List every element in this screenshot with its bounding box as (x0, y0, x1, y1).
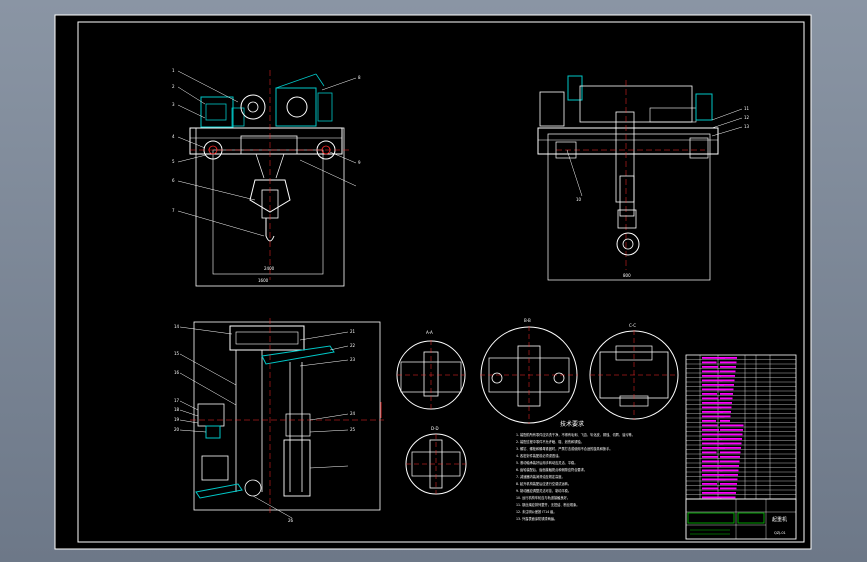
parts-list-entry (720, 483, 737, 485)
parts-list-entry (702, 496, 722, 499)
tech-req-line-1: 1. 装配前所有零件应清洗干净，不得有毛刺、飞边、氧化皮、锈蚀、切屑、油污等。 (516, 432, 635, 437)
parts-list-entry (702, 438, 722, 440)
side-width-dim: 800 (623, 273, 631, 278)
tech-req-line-9: 9. 制动器应调整灵活可靠，制动平稳。 (516, 488, 571, 493)
parts-list-entry (702, 460, 720, 463)
parts-list-entry (702, 429, 719, 431)
parts-list-entry (702, 370, 720, 373)
parts-list-entry (720, 465, 739, 467)
parts-list-entry (720, 460, 740, 463)
parts-list-entry (720, 474, 738, 476)
section-label-b: B-B (524, 318, 531, 323)
parts-list-entry (702, 492, 720, 494)
parts-list-entry (720, 424, 744, 427)
parts-list-entry (720, 433, 743, 436)
parts-list-entry (720, 487, 737, 490)
callout-14: 14 (174, 324, 180, 329)
parts-list-entry (720, 492, 736, 494)
callout-20: 20 (174, 427, 180, 432)
parts-list-entry (702, 402, 720, 404)
parts-list-entry (720, 438, 742, 440)
parts-list-entry (720, 496, 736, 499)
callout-11: 11 (744, 106, 750, 111)
tech-req-line-3: 3. 螺钉、螺栓和螺母紧固时，严禁打击或使用不合适的旋具和扳手。 (516, 446, 613, 451)
callout-18: 18 (174, 407, 180, 412)
parts-list-entry (702, 433, 721, 436)
parts-list-entry (720, 366, 736, 368)
tech-req-line-11: 11. 钢丝绳应排列整齐，无扭结、断丝现象。 (516, 502, 579, 507)
sheet-outer-border (54, 14, 812, 550)
section-label-c: C-C (629, 323, 636, 328)
tech-req-line-6: 6. 齿轮装配后，齿面接触斑点和侧隙应符合要求。 (516, 467, 587, 472)
callout-23: 23 (350, 357, 356, 362)
parts-list-entry (720, 379, 735, 382)
title-block-code: QZJ-01 (774, 531, 786, 535)
callout-15: 15 (174, 351, 180, 356)
parts-list-entry (720, 478, 738, 481)
section-label-a: A-A (426, 330, 433, 335)
parts-list-entry (702, 469, 723, 472)
tech-req-line-5: 5. 滚动轴承装好后用手转动应灵活、平稳。 (516, 460, 577, 465)
parts-list-entry (720, 375, 735, 377)
parts-list-entry (702, 487, 719, 490)
parts-list-entry (720, 469, 739, 472)
parts-list-entry (702, 366, 718, 368)
parts-list-entry (720, 456, 740, 458)
parts-list-entry (702, 393, 717, 395)
callout-16: 16 (174, 370, 180, 375)
parts-list-entry (720, 384, 734, 386)
parts-list-entry (720, 361, 737, 364)
parts-list-entry (702, 483, 717, 485)
callout-12: 12 (744, 115, 750, 120)
parts-list-entry (720, 420, 730, 422)
parts-list-entry (720, 388, 734, 391)
parts-list-entry (720, 451, 741, 454)
front-width-dim: 1600 (258, 278, 269, 283)
tech-req-line-2: 2. 装配过程中零件不允许磕、碰、划伤和锈蚀。 (516, 439, 584, 444)
parts-list-entry (702, 465, 721, 467)
callout-21: 21 (350, 329, 356, 334)
tech-requirements-title: 技术要求 (560, 420, 584, 428)
parts-list-entry (720, 406, 732, 409)
tech-req-line-8: 8. 起升机构装配后应进行空载试运转。 (516, 481, 571, 486)
parts-list-entry (702, 456, 718, 458)
parts-list-entry (702, 451, 717, 454)
parts-list-entry (720, 415, 731, 418)
tech-req-line-7: 7. 减速器内装润滑油至规定高度。 (516, 474, 565, 479)
drawing-sheet: 1600 2400 1 2 3 4 5 6 7 8 9 800 10 11 12… (54, 14, 812, 550)
parts-list-entry (702, 379, 723, 382)
parts-list-entry (720, 447, 741, 449)
callout-24: 24 (350, 411, 356, 416)
callout-26: 26 (288, 518, 294, 523)
parts-list-entry (720, 429, 743, 431)
callout-22: 22 (350, 343, 356, 348)
parts-list-entry (720, 402, 732, 404)
tech-req-line-12: 12. 未注明公差按 IT14 级。 (516, 509, 557, 514)
callout-10: 10 (576, 197, 582, 202)
parts-list-entry (720, 393, 733, 395)
parts-list-entry (702, 361, 717, 364)
callout-19: 19 (174, 417, 180, 422)
front-height-dim: 2400 (264, 266, 275, 271)
parts-list-entry (702, 397, 719, 400)
parts-list-entry (702, 411, 723, 413)
parts-list-entry (720, 411, 731, 413)
section-label-d: D-D (431, 426, 439, 431)
parts-list-entry (702, 420, 716, 422)
parts-list-entry (720, 442, 742, 445)
tech-req-line-4: 4. 各密封件装配前必须浸透油。 (516, 453, 562, 458)
tech-req-line-10: 10. 运行机构车轮应与轨道接触良好。 (516, 495, 570, 500)
parts-list-entry (720, 357, 737, 359)
title-block-title: 起重机 (772, 516, 787, 523)
tech-req-line-13: 13. 外露表面涂防锈漆两遍。 (516, 516, 557, 521)
parts-list-entry (720, 370, 736, 373)
parts-list-entry (702, 375, 721, 377)
callout-13: 13 (744, 124, 750, 129)
parts-list-entry (702, 424, 718, 427)
callout-25: 25 (350, 427, 356, 432)
parts-list-entry (702, 406, 722, 409)
callout-17: 17 (174, 398, 180, 403)
cad-viewport: 1600 2400 1 2 3 4 5 6 7 8 9 800 10 11 12… (0, 0, 867, 562)
parts-list-entry (720, 397, 733, 400)
